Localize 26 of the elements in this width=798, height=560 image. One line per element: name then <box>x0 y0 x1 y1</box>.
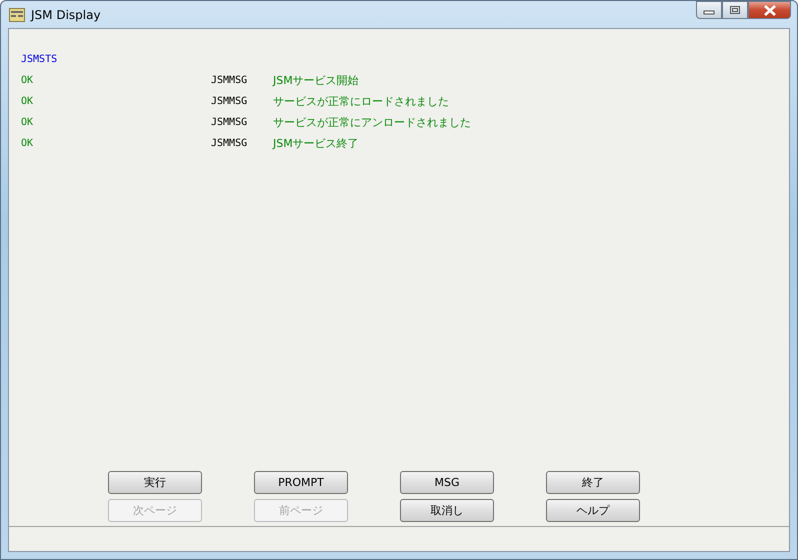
window-title: JSM Display <box>31 8 101 22</box>
header-text: JSMSTS <box>21 53 58 67</box>
close-icon <box>762 4 776 16</box>
message-type: JSMMSG <box>211 75 248 86</box>
command-button[interactable]: MSG <box>400 471 494 494</box>
status-text: OK <box>21 96 34 107</box>
message-text: JSMサービス終了 <box>273 136 359 151</box>
close-button[interactable] <box>748 1 791 19</box>
status-text: OK <box>21 75 34 86</box>
command-button[interactable]: ヘルプ <box>546 499 640 522</box>
command-button[interactable]: PROMPT <box>254 471 348 494</box>
maximize-button[interactable] <box>722 1 748 19</box>
command-button[interactable]: 終了 <box>546 471 640 494</box>
window-app-icon <box>9 8 25 22</box>
minimize-button[interactable] <box>696 1 722 19</box>
status-text: OK <box>21 138 34 149</box>
message-text: サービスが正常にロードされました <box>273 94 449 109</box>
maximize-icon <box>729 5 741 15</box>
command-button[interactable]: 実行 <box>108 471 202 494</box>
status-text: OK <box>21 117 34 128</box>
message-type: JSMMSG <box>211 117 248 128</box>
message-text: サービスが正常にアンロードされました <box>273 115 471 130</box>
command-button[interactable]: 取消し <box>400 499 494 522</box>
message-type: JSMMSG <box>211 96 248 107</box>
message-type: JSMMSG <box>211 138 248 149</box>
message-text: JSMサービス開始 <box>273 73 359 88</box>
